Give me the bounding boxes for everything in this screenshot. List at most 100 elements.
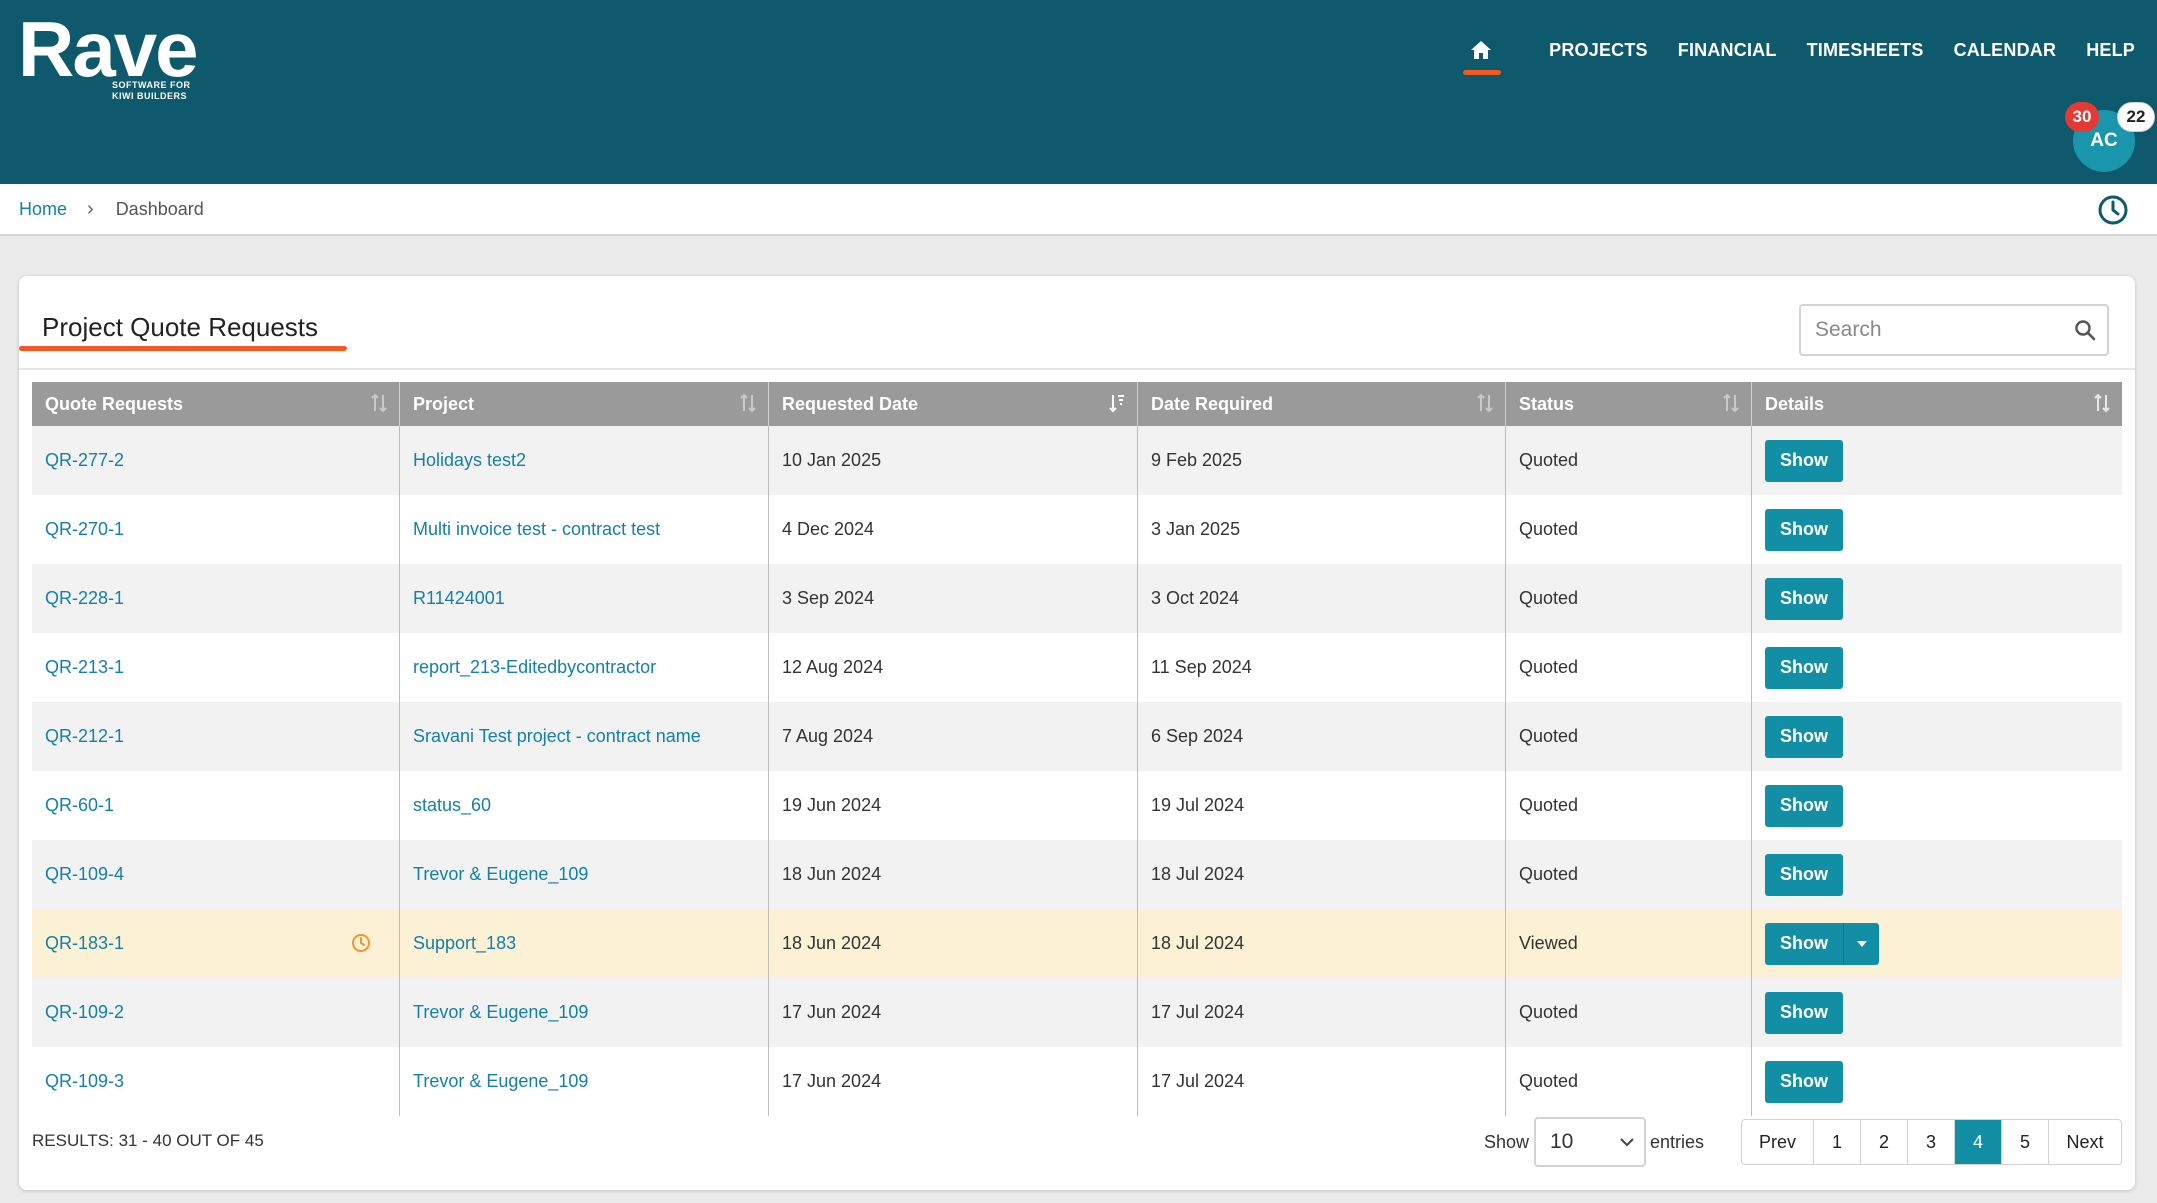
table-row: QR-270-1 Multi invoice test - contract t… <box>32 495 2122 564</box>
requested-date-cell: 4 Dec 2024 <box>769 495 1138 564</box>
panel-divider <box>19 368 2135 370</box>
table-row-highlighted: QR-183-1 Support_183 18 Jun 2024 18 Jul … <box>32 909 2122 978</box>
column-header-date-required[interactable]: Date Required <box>1138 382 1506 426</box>
search-icon[interactable] <box>2073 318 2097 342</box>
notification-badge[interactable]: 30 <box>2065 102 2099 132</box>
details-cell: Show <box>1752 495 2122 564</box>
project-link[interactable]: Multi invoice test - contract test <box>400 495 769 564</box>
pagination-page-2[interactable]: 2 <box>1861 1120 1908 1164</box>
show-button[interactable]: Show <box>1765 508 1843 551</box>
column-header-status[interactable]: Status <box>1506 382 1752 426</box>
table-row: QR-60-1 status_60 19 Jun 2024 19 Jul 202… <box>32 771 2122 840</box>
breadcrumb-home-link[interactable]: Home <box>19 199 67 220</box>
pagination-next[interactable]: Next <box>2049 1120 2121 1164</box>
project-link[interactable]: Trevor & Eugene_109 <box>400 978 769 1047</box>
quote-requests-table: Quote Requests Project Requested Date Da… <box>32 382 2122 1116</box>
show-button[interactable]: Show <box>1765 715 1843 758</box>
quote-request-cell: QR-183-1 <box>32 909 400 978</box>
column-label: Status <box>1519 393 1575 414</box>
project-link[interactable]: Holidays test2 <box>400 426 769 495</box>
requested-date-cell: 18 Jun 2024 <box>769 840 1138 909</box>
show-entries-label: Show <box>1484 1132 1530 1152</box>
column-header-requested-date[interactable]: Requested Date <box>769 382 1138 426</box>
column-header-quote-requests[interactable]: Quote Requests <box>32 382 400 426</box>
show-button[interactable]: Show <box>1765 784 1843 827</box>
date-required-cell: 17 Jul 2024 <box>1138 1047 1506 1116</box>
project-link[interactable]: Support_183 <box>400 909 769 978</box>
sort-descending-icon <box>1109 395 1124 413</box>
details-cell: Show <box>1752 771 2122 840</box>
breadcrumb-current: Dashboard <box>115 198 204 219</box>
date-required-cell: 6 Sep 2024 <box>1138 702 1506 771</box>
nav-home-button[interactable] <box>1461 36 1502 75</box>
details-cell: Show <box>1752 633 2122 702</box>
sort-icon <box>1477 393 1493 413</box>
entries-per-page-select[interactable]: 10 <box>1534 1117 1646 1167</box>
column-label: Quote Requests <box>45 393 184 414</box>
status-cell: Quoted <box>1506 633 1752 702</box>
logo-tagline-line2: KIWI BUILDERS <box>112 91 187 101</box>
details-cell: Show <box>1752 564 2122 633</box>
logo-wordmark: Rave <box>18 5 198 93</box>
timer-icon <box>352 934 370 952</box>
project-link[interactable]: Sravani Test project - contract name <box>400 702 769 771</box>
nav-help[interactable]: HELP <box>2086 40 2135 61</box>
date-required-cell: 11 Sep 2024 <box>1138 633 1506 702</box>
show-dropdown-toggle[interactable] <box>1843 922 1879 965</box>
show-button[interactable]: Show <box>1765 922 1843 965</box>
caret-down-icon <box>1856 940 1867 947</box>
show-button[interactable]: Show <box>1765 577 1843 620</box>
quote-request-link[interactable]: QR-213-1 <box>32 633 400 702</box>
show-button[interactable]: Show <box>1765 1060 1843 1103</box>
show-button[interactable]: Show <box>1765 646 1843 689</box>
table-row: QR-212-1 Sravani Test project - contract… <box>32 702 2122 771</box>
table-row: QR-109-4 Trevor & Eugene_109 18 Jun 2024… <box>32 840 2122 909</box>
clock-icon[interactable] <box>2097 194 2129 226</box>
status-cell: Quoted <box>1506 978 1752 1047</box>
project-link[interactable]: Trevor & Eugene_109 <box>400 840 769 909</box>
breadcrumb: Home › Dashboard <box>0 184 2157 236</box>
quote-request-link[interactable]: QR-109-2 <box>32 978 400 1047</box>
project-link[interactable]: report_213-Editedbycontractor <box>400 633 769 702</box>
table-row: QR-109-2 Trevor & Eugene_109 17 Jun 2024… <box>32 978 2122 1047</box>
details-cell: Show <box>1752 909 2122 978</box>
quote-request-link[interactable]: QR-109-4 <box>32 840 400 909</box>
logo-tagline-line1: SOFTWARE FOR <box>112 80 191 90</box>
pagination-page-5[interactable]: 5 <box>2002 1120 2049 1164</box>
pagination-page-1[interactable]: 1 <box>1814 1120 1861 1164</box>
pagination-page-4-active[interactable]: 4 <box>1955 1120 2002 1164</box>
date-required-cell: 18 Jul 2024 <box>1138 840 1506 909</box>
nav-financial[interactable]: FINANCIAL <box>1678 40 1777 61</box>
requested-date-cell: 17 Jun 2024 <box>769 978 1138 1047</box>
quote-request-link[interactable]: QR-183-1 <box>45 933 124 954</box>
search-input[interactable] <box>1801 306 2107 354</box>
column-header-project[interactable]: Project <box>400 382 769 426</box>
nav-calendar[interactable]: CALENDAR <box>1954 40 2057 61</box>
show-button[interactable]: Show <box>1765 439 1843 482</box>
message-badge[interactable]: 22 <box>2117 102 2155 132</box>
quote-request-link[interactable]: QR-212-1 <box>32 702 400 771</box>
breadcrumb-separator: › <box>87 197 94 220</box>
quote-request-link[interactable]: QR-228-1 <box>32 564 400 633</box>
column-header-details[interactable]: Details <box>1752 382 2122 426</box>
quote-request-link[interactable]: QR-277-2 <box>32 426 400 495</box>
quote-request-link[interactable]: QR-60-1 <box>32 771 400 840</box>
quote-request-link[interactable]: QR-109-3 <box>32 1047 400 1116</box>
rave-logo[interactable]: Rave SOFTWARE FOR KIWI BUILDERS <box>18 5 198 101</box>
pagination-page-3[interactable]: 3 <box>1908 1120 1955 1164</box>
pagination: Prev 1 2 3 4 5 Next <box>1741 1119 2122 1165</box>
project-link[interactable]: status_60 <box>400 771 769 840</box>
table-row: QR-109-3 Trevor & Eugene_109 17 Jun 2024… <box>32 1047 2122 1116</box>
project-link[interactable]: Trevor & Eugene_109 <box>400 1047 769 1116</box>
show-button[interactable]: Show <box>1765 991 1843 1034</box>
project-link[interactable]: R11424001 <box>400 564 769 633</box>
nav-timesheets[interactable]: TIMESHEETS <box>1807 40 1924 61</box>
show-button[interactable]: Show <box>1765 853 1843 896</box>
details-cell: Show <box>1752 1047 2122 1116</box>
status-cell: Viewed <box>1506 909 1752 978</box>
search-field <box>1799 304 2109 356</box>
sort-icon <box>371 393 387 413</box>
pagination-prev[interactable]: Prev <box>1742 1120 1814 1164</box>
quote-request-link[interactable]: QR-270-1 <box>32 495 400 564</box>
nav-projects[interactable]: PROJECTS <box>1549 40 1648 61</box>
